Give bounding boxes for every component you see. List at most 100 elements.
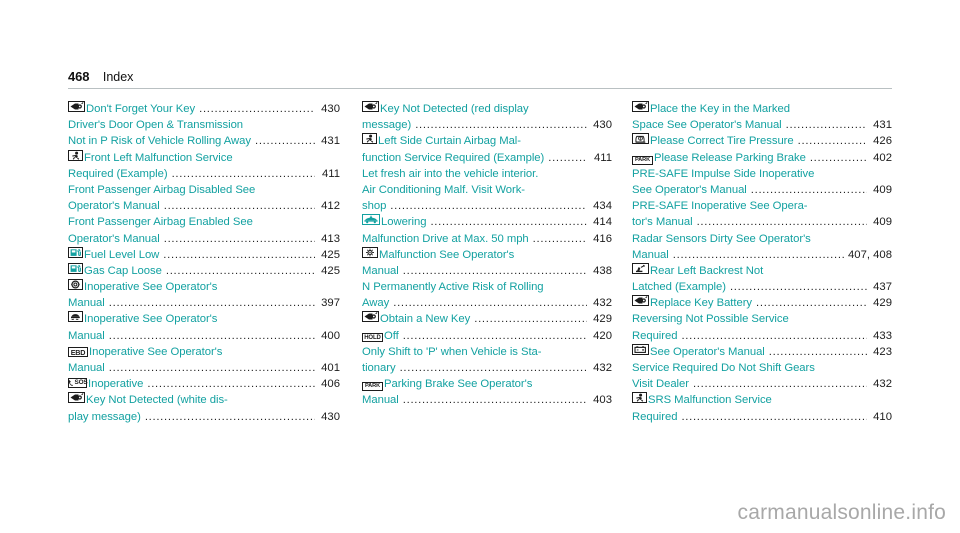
index-page-number: 416	[593, 232, 612, 245]
index-entry-line: Malfunction See Operator's	[362, 246, 612, 263]
index-entry[interactable]: Inoperative See Operator's Manual........…	[68, 311, 340, 343]
index-entry-text: Off	[384, 329, 399, 342]
index-entry[interactable]: Gas Cap Loose...........................…	[68, 262, 340, 279]
index-entry[interactable]: Malfunction See Operator's Manual........…	[362, 246, 612, 279]
index-page-number: 432	[873, 378, 892, 391]
index-entry-line: Latched (Example).......................…	[632, 279, 892, 295]
index-entry-text: PRE-SAFE Inoperative See Opera-	[632, 200, 808, 213]
index-entry-text: Latched (Example)	[632, 281, 726, 294]
index-entry[interactable]: Only Shift to 'P' when Vehicle is Sta-ti…	[362, 344, 612, 376]
index-entry[interactable]: PRE-SAFE Impulse Side Inoperative See Ope…	[632, 166, 892, 198]
index-entry-line: Front Passenger Airbag Enabled See	[68, 214, 340, 230]
dot-leader: ........................................…	[393, 297, 587, 310]
index-entry-text: Visit Dealer	[632, 378, 689, 391]
key-icon	[362, 311, 379, 323]
index-entry-text: Front Passenger Airbag Enabled See	[68, 216, 253, 229]
index-entry[interactable]: Key Not Detected (white dis-play message…	[68, 392, 340, 424]
index-entry-line: Key Not Detected (red display	[362, 101, 612, 117]
index-entry[interactable]: Service Required Do Not Shift Gears Visit…	[632, 360, 892, 392]
index-entry-line: Fuel Level Low..........................…	[68, 246, 340, 263]
index-entry-line: Let fresh air into the vehicle interior.	[362, 166, 612, 182]
index-page-number: 432	[593, 362, 612, 374]
dot-leader: ........................................…	[399, 362, 587, 374]
index-entry-line: Away....................................…	[362, 295, 612, 311]
index-entry-text: tor's Manual	[632, 216, 693, 229]
section-title: Index	[102, 70, 134, 84]
sos-phone-icon: SOS	[68, 378, 88, 389]
index-entry[interactable]: Left Side Curtain Airbag Mal-function Se…	[362, 133, 612, 165]
index-entry[interactable]: N Permanently Active Risk of Rolling Away…	[362, 279, 612, 311]
index-entry[interactable]: Front Left Malfunction Service Required (…	[68, 149, 340, 182]
index-entry-line: Don't Forget Your Key...................…	[68, 101, 340, 117]
dot-leader: ........................................…	[108, 362, 315, 374]
index-entry[interactable]: Radar Sensors Dirty See Operator's Manual…	[632, 231, 892, 263]
index-entry[interactable]: Driver's Door Open & Transmission Not in …	[68, 117, 340, 149]
index-entry[interactable]: Don't Forget Your Key...................…	[68, 101, 340, 117]
dot-leader: ........................................…	[729, 281, 867, 294]
index-entry-line: Replace Key Battery.....................…	[632, 295, 892, 311]
dot-leader: ........................................…	[415, 119, 587, 132]
index-entry-text: Don't Forget Your Key	[86, 103, 196, 115]
index-entry[interactable]: Front Passenger Airbag Disabled See Opera…	[68, 182, 340, 214]
index-entry-text: Required	[632, 410, 678, 423]
index-entry[interactable]: SOS Inoperative..........................…	[68, 376, 340, 392]
backrest-icon	[632, 262, 649, 274]
index-entry[interactable]: EBD Inoperative See Operator's Manual.....…	[68, 344, 340, 376]
index-entry[interactable]: Reversing Not Possible Service Required..…	[632, 311, 892, 343]
dot-leader: ........................................…	[144, 410, 315, 423]
index-entry-text: Lowering	[381, 216, 427, 229]
index-entry[interactable]: Obtain a New Key........................…	[362, 311, 612, 327]
dot-leader: ........................................…	[532, 232, 587, 245]
index-entry[interactable]: SRS Malfunction Service Required.........…	[632, 392, 892, 424]
dot-leader: ........................................…	[171, 167, 315, 180]
index-page-number: 430	[321, 410, 340, 423]
index-entry-text: Manual	[68, 362, 105, 374]
index-entry-line: Service Required Do Not Shift Gears	[632, 360, 892, 376]
index-entry-text: SRS Malfunction Service	[648, 394, 772, 407]
index-entry-line: See Operator's Manual...................…	[632, 343, 892, 360]
index-entry[interactable]: Let fresh air into the vehicle interior.…	[362, 166, 612, 215]
index-entry[interactable]: Front Passenger Airbag Enabled See Operat…	[68, 214, 340, 246]
index-page-number: 411	[593, 151, 612, 164]
dot-leader: ........................................…	[681, 410, 867, 423]
index-entry-line: Malfunction Drive at Max. 50 mph........…	[362, 231, 612, 247]
index-entry[interactable]: See Operator's Manual...................…	[632, 343, 892, 360]
index-entry[interactable]: Malfunction Drive at Max. 50 mph........…	[362, 231, 612, 247]
car-skid-icon	[68, 311, 83, 323]
ebd-icon: EBD	[68, 347, 88, 358]
dot-leader: ........................................…	[681, 329, 867, 342]
car-lowering-icon	[362, 214, 380, 226]
index-entry[interactable]: Replace Key Battery.....................…	[632, 295, 892, 311]
index-entry-line: Manual..................................…	[68, 295, 340, 311]
index-entry-text: Reversing Not Possible Service	[632, 313, 789, 326]
fuel-pump-icon	[68, 262, 83, 274]
page-header: 468 Index	[68, 68, 892, 90]
index-entry-line: Manual..................................…	[68, 328, 340, 344]
index-page-number: 430	[321, 103, 340, 115]
index-entry[interactable]: PRE-SAFE Inoperative See Opera-tor's Man…	[632, 198, 892, 230]
index-entry[interactable]: Place the Key in the Marked Space See Ope…	[632, 101, 892, 133]
index-entry[interactable]: Rear Left Backrest Not Latched (Example).…	[632, 262, 892, 295]
index-entry[interactable]: Inoperative See Operator's Manual........…	[68, 279, 340, 311]
index-entry[interactable]: HOLD Off.................................…	[362, 328, 612, 344]
index-entry[interactable]: Key Not Detected (red display message)...…	[362, 101, 612, 133]
dot-leader: ........................................…	[692, 378, 867, 391]
index-entry-line: Required................................…	[632, 409, 892, 425]
index-page-number: 433	[873, 329, 892, 342]
index-entry-text: See Operator's Manual	[632, 183, 747, 196]
index-entry[interactable]: PARK Parking Brake See Operator's Manual..…	[362, 376, 612, 408]
index-entry-text: See Operator's Manual	[650, 345, 765, 358]
dot-leader: ........................................…	[696, 216, 867, 229]
index-entry-line: Radar Sensors Dirty See Operator's	[632, 231, 892, 247]
index-entry[interactable]: Fuel Level Low..........................…	[68, 246, 340, 263]
header-divider	[68, 88, 892, 89]
index-entry-line: Manual..................................…	[68, 360, 340, 376]
dot-leader: ........................................…	[108, 329, 315, 342]
index-entry[interactable]: Lowering................................…	[362, 214, 612, 230]
dot-leader: ........................................…	[809, 151, 867, 164]
index-page-number: 420	[593, 329, 612, 342]
index-page-number: 423	[873, 345, 892, 358]
index-entry[interactable]: PARK Please Release Parking Brake........…	[632, 150, 892, 166]
index-entry-line: Driver's Door Open & Transmission	[68, 117, 340, 133]
index-entry[interactable]: Please Correct Tire Pressure............…	[632, 133, 892, 149]
